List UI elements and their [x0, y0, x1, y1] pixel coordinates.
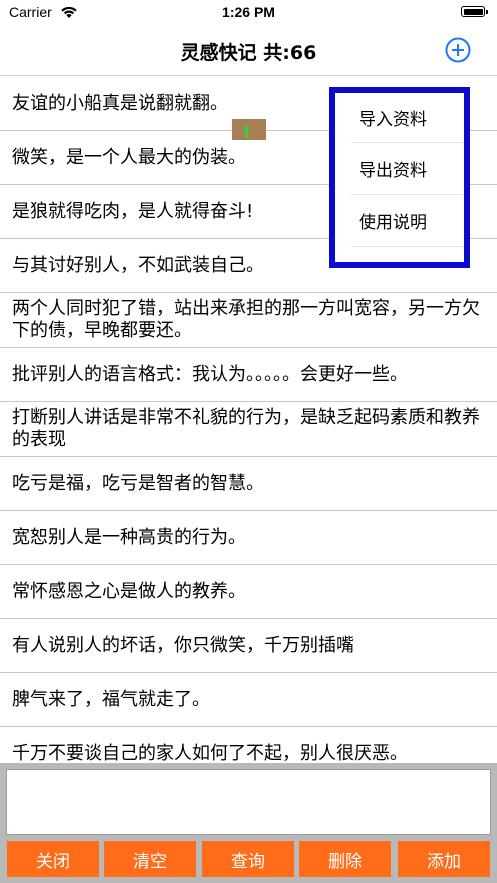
drag-handle[interactable]: [232, 119, 266, 140]
list-item-text: 有人说别人的坏话，你只微笑，千万别插嘴: [12, 634, 354, 656]
list-item-text: 吃亏是福，吃亏是智者的智慧。: [12, 472, 264, 494]
arrow-up-icon: [242, 125, 250, 138]
list-item-text: 微笑，是一个人最大的伪装。: [12, 146, 246, 168]
note-input[interactable]: [6, 769, 491, 835]
list-item[interactable]: 批评别人的语言格式：我认为。。。。。会更好一些。: [0, 348, 497, 402]
popup-menu: 导入资料 导出资料 使用说明: [329, 87, 470, 268]
list-item-text: 批评别人的语言格式：我认为。。。。。会更好一些。: [12, 363, 408, 385]
list-item[interactable]: 脾气来了，福气就走了。: [0, 673, 497, 727]
list-item-text: 两个人同时犯了错，站出来承担的那一方叫宽容，另一方欠下的债，早晚都要还。: [12, 298, 480, 341]
menu-item-instructions[interactable]: 使用说明: [351, 195, 464, 247]
query-button[interactable]: 查询: [202, 841, 294, 877]
add-item-button[interactable]: 添加: [398, 841, 490, 877]
list-item[interactable]: 两个人同时犯了错，站出来承担的那一方叫宽容，另一方欠下的债，早晚都要还。: [0, 293, 497, 348]
list-item-text: 友谊的小船真是说翻就翻。: [12, 92, 228, 114]
list-item-text: 脾气来了，福气就走了。: [12, 688, 210, 710]
menu-item-import[interactable]: 导入资料: [351, 93, 464, 143]
list-item-text: 宽恕别人是一种高贵的行为。: [12, 526, 246, 548]
list-item-text: 常怀感恩之心是做人的教养。: [12, 580, 246, 602]
list-item-text: 是狼就得吃肉，是人就得奋斗!: [12, 200, 254, 222]
status-bar: Carrier 1:26 PM: [0, 0, 497, 26]
plus-circle-icon: [445, 37, 471, 63]
list-item[interactable]: 宽恕别人是一种高贵的行为。: [0, 511, 497, 565]
add-button[interactable]: [445, 37, 471, 63]
clear-button[interactable]: 清空: [104, 841, 196, 877]
list-item[interactable]: 常怀感恩之心是做人的教养。: [0, 565, 497, 619]
list-item[interactable]: 千万不要谈自己的家人如何了不起，别人很厌恶。: [0, 727, 497, 764]
list-item[interactable]: 吃亏是福，吃亏是智者的智慧。: [0, 457, 497, 511]
navigation-bar: 灵感快记 共:66: [0, 26, 497, 76]
menu-item-export[interactable]: 导出资料: [351, 143, 464, 195]
battery-icon: [461, 6, 488, 17]
list-item-text: 与其讨好别人，不如武装自己。: [12, 254, 264, 276]
list-item[interactable]: 打断别人讲话是非常不礼貌的行为，是缺乏起码素质和教养的表现: [0, 402, 497, 457]
action-bar: 关闭 清空 查询 删除 添加: [7, 841, 492, 877]
clock: 1:26 PM: [222, 4, 275, 20]
list-item-text: 千万不要谈自己的家人如何了不起，别人很厌恶。: [12, 742, 408, 764]
list-item[interactable]: 有人说别人的坏话，你只微笑，千万别插嘴: [0, 619, 497, 673]
bottom-panel: 关闭 清空 查询 删除 添加: [0, 763, 497, 883]
close-button[interactable]: 关闭: [7, 841, 99, 877]
list-item-text: 打断别人讲话是非常不礼貌的行为，是缺乏起码素质和教养的表现: [12, 407, 480, 450]
delete-button[interactable]: 删除: [299, 841, 391, 877]
page-title: 灵感快记 共:66: [180, 42, 317, 64]
